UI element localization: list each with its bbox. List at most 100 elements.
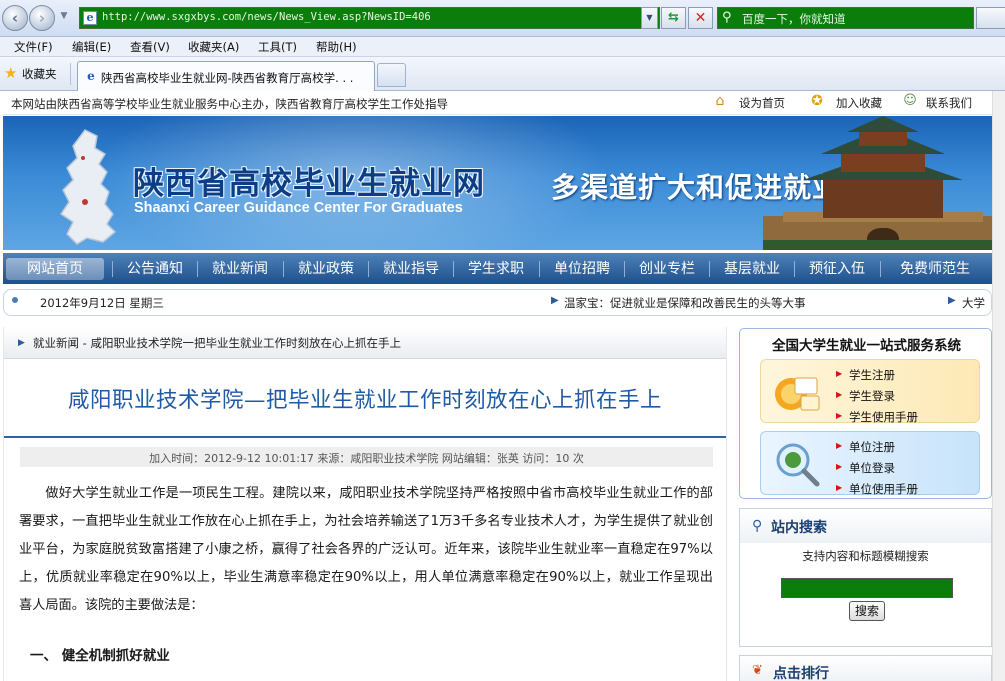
news-ticker-item[interactable]: 大学 xyxy=(962,295,985,311)
browser-search-field[interactable]: ⚲ 百度一下，你就知道 xyxy=(717,7,974,29)
new-tab-button[interactable] xyxy=(377,63,406,87)
article-meta-text: 加入时间：2012-9-12 10:01:17 来源：咸阳职业技术学院 网站编辑… xyxy=(149,452,584,465)
nav-notices[interactable]: 公告通知 xyxy=(114,258,196,280)
url-field[interactable]: e http://www.sxgxbys.com/news/News_View.… xyxy=(79,7,660,29)
browser-tab[interactable]: e 陕西省高校毕业生就业网-陕西省教育厅高校学. . . xyxy=(77,61,375,91)
set-homepage-link[interactable]: 设为首页 xyxy=(739,95,785,111)
ie-page-icon: e xyxy=(83,11,97,25)
nav-divider xyxy=(283,261,284,277)
nav-grassroots[interactable]: 基层就业 xyxy=(711,258,793,280)
student-manual-link[interactable]: 学生使用手册 xyxy=(849,409,918,425)
employer-manual-link[interactable]: 单位使用手册 xyxy=(849,481,918,497)
section-heading: 一、 健全机制抓好就业 xyxy=(30,648,170,664)
star-icon[interactable]: ✪ xyxy=(809,93,825,109)
date-bullet xyxy=(12,297,18,303)
recent-pages-dropdown[interactable]: ▼ xyxy=(58,11,70,25)
people-icon[interactable]: ☺ xyxy=(902,93,918,109)
employer-login-link[interactable]: 单位登录 xyxy=(849,460,895,476)
nav-divider xyxy=(197,261,198,277)
article-body: 做好大学生就业工作是一项民生工程。建院以来，咸阳职业技术学院坚持严格按照中省市高… xyxy=(19,486,713,613)
news-ticker-item[interactable]: 温家宝：促进就业是保障和改善民生的头等大事 xyxy=(564,295,806,311)
forward-button[interactable]: › xyxy=(29,5,55,31)
home-icon[interactable]: ⌂ xyxy=(712,93,728,109)
article-meta: 加入时间：2012-9-12 10:01:17 来源：咸阳职业技术学院 网站编辑… xyxy=(20,447,713,467)
refresh-button[interactable]: ⇆ xyxy=(661,7,686,29)
article-panel: ▶ 就业新闻 - 咸阳职业技术学院一把毕业生就业工作时刻放在心上抓在手上 咸阳职… xyxy=(3,327,727,681)
nav-news[interactable]: 就业新闻 xyxy=(199,258,281,280)
employer-service-panel: ▶ 单位注册 ▶ 单位登录 ▶ 单位使用手册 xyxy=(760,431,980,497)
favorites-star-icon[interactable]: ★ xyxy=(4,64,17,82)
arrow-right-icon: ▶ xyxy=(836,462,843,471)
shaanxi-map-icon xyxy=(59,129,117,245)
arrow-right-icon: ▶ xyxy=(551,295,559,306)
search-hint: 支持内容和标题模糊搜索 xyxy=(802,549,929,563)
nav-divider xyxy=(368,261,369,277)
click-ranking-panel: ❦ 点击排行 xyxy=(739,655,992,681)
nav-guidance[interactable]: 就业指导 xyxy=(370,258,452,280)
magnifier-globe-icon xyxy=(776,443,820,487)
bell-tower-illustration xyxy=(763,116,992,250)
stop-button[interactable]: ✕ xyxy=(688,7,713,29)
article-title: 咸阳职业技术学院—把毕业生就业工作时刻放在心上抓在手上 xyxy=(67,388,662,413)
student-icon xyxy=(775,377,820,411)
search-icon: ⚲ xyxy=(722,10,732,25)
nav-recruitment[interactable]: 单位招聘 xyxy=(541,258,623,280)
menu-file[interactable]: 文件(F) xyxy=(14,39,53,55)
nav-job-seeking[interactable]: 学生求职 xyxy=(455,258,537,280)
service-title: 全国大学生就业一站式服务系统 xyxy=(772,338,961,354)
menu-favorites[interactable]: 收藏夹(A) xyxy=(188,39,239,55)
site-banner: 陕西省高校毕业生就业网 Shaanxi Career Guidance Cent… xyxy=(3,116,992,250)
favorites-tab-bar: ★ 收藏夹 e 陕西省高校毕业生就业网-陕西省教育厅高校学. . . xyxy=(0,57,1005,91)
arrow-right-icon: ▶ xyxy=(836,390,843,399)
nav-home[interactable]: 网站首页 xyxy=(6,258,104,280)
sponsor-text: 本网站由陕西省高等学校毕业生就业服务中心主办，陕西省教育厅高校学生工作处指导 xyxy=(11,97,448,111)
arrow-right-icon: ▶ xyxy=(948,295,956,306)
site-search-button[interactable]: 搜索 xyxy=(849,601,885,621)
page-scrollbar[interactable] xyxy=(992,91,1005,681)
nav-divider xyxy=(112,261,113,277)
breadcrumb-text[interactable]: 就业新闻 - 咸阳职业技术学院一把毕业生就业工作时刻放在心上抓在手上 xyxy=(33,335,401,351)
nav-divider xyxy=(624,261,625,277)
address-toolbar: ‹ › ▼ e http://www.sxgxbys.com/news/News… xyxy=(0,0,1005,37)
nav-divider xyxy=(880,261,881,277)
date-ticker-bar: 2012年9月12日 星期三 ▶ 温家宝：促进就业是保障和改善民生的头等大事 ▶… xyxy=(3,289,992,316)
site-top-info-bar: 本网站由陕西省高等学校毕业生就业服务中心主办，陕西省教育厅高校学生工作处指导 ⌂… xyxy=(3,91,992,115)
nav-divider xyxy=(709,261,710,277)
main-navigation: 网站首页 公告通知 就业新闻 就业政策 就业指导 学生求职 单位招聘 创业专栏 … xyxy=(3,253,992,284)
site-search-input[interactable] xyxy=(781,578,953,598)
site-search-title: 站内搜索 xyxy=(771,520,827,536)
search-icon: ⚲ xyxy=(752,518,763,534)
one-stop-service-box: 全国大学生就业一站式服务系统 ▶ 学生注册 ▶ 学生登录 ▶ 学生使用手册 ▶ … xyxy=(739,328,992,499)
nav-free-normal-students[interactable]: 免费师范生 xyxy=(882,258,988,280)
employer-register-link[interactable]: 单位注册 xyxy=(849,439,895,455)
menu-tools[interactable]: 工具(T) xyxy=(258,39,297,55)
nav-enlistment[interactable]: 预征入伍 xyxy=(796,258,878,280)
browser-tab-title: 陕西省高校毕业生就业网-陕西省教育厅高校学. . . xyxy=(101,71,354,85)
student-register-link[interactable]: 学生注册 xyxy=(849,367,895,383)
add-favorite-link[interactable]: 加入收藏 xyxy=(836,95,882,111)
contact-us-link[interactable]: 联系我们 xyxy=(926,95,972,111)
arrow-right-icon: ▶ xyxy=(18,338,25,348)
site-title[interactable]: 陕西省高校毕业生就业网 xyxy=(133,158,485,203)
click-ranking-title: 点击排行 xyxy=(773,666,829,681)
nav-divider xyxy=(453,261,454,277)
student-login-link[interactable]: 学生登录 xyxy=(849,388,895,404)
menu-edit[interactable]: 编辑(E) xyxy=(72,39,111,55)
ie-tab-icon: e xyxy=(87,69,95,83)
menu-help[interactable]: 帮助(H) xyxy=(316,39,357,55)
url-dropdown-button[interactable]: ▼ xyxy=(641,7,658,29)
nav-entrepreneurship[interactable]: 创业专栏 xyxy=(626,258,708,280)
site-search-panel: ⚲ 站内搜索 支持内容和标题模糊搜索 搜索 xyxy=(739,508,992,647)
nav-policy[interactable]: 就业政策 xyxy=(285,258,367,280)
favorites-button[interactable]: 收藏夹 xyxy=(22,66,57,82)
browser-search-placeholder: 百度一下，你就知道 xyxy=(742,12,846,26)
student-service-panel: ▶ 学生注册 ▶ 学生登录 ▶ 学生使用手册 xyxy=(760,359,980,425)
url-text[interactable]: http://www.sxgxbys.com/news/News_View.as… xyxy=(102,11,431,23)
menu-bar: 文件(F) 编辑(E) 查看(V) 收藏夹(A) 工具(T) 帮助(H) xyxy=(0,37,1005,57)
back-button[interactable]: ‹ xyxy=(2,5,28,31)
divider xyxy=(70,63,71,85)
arrow-right-icon: ▶ xyxy=(836,411,843,420)
menu-view[interactable]: 查看(V) xyxy=(130,39,170,55)
browser-search-button[interactable] xyxy=(976,7,1005,29)
nav-divider xyxy=(539,261,540,277)
